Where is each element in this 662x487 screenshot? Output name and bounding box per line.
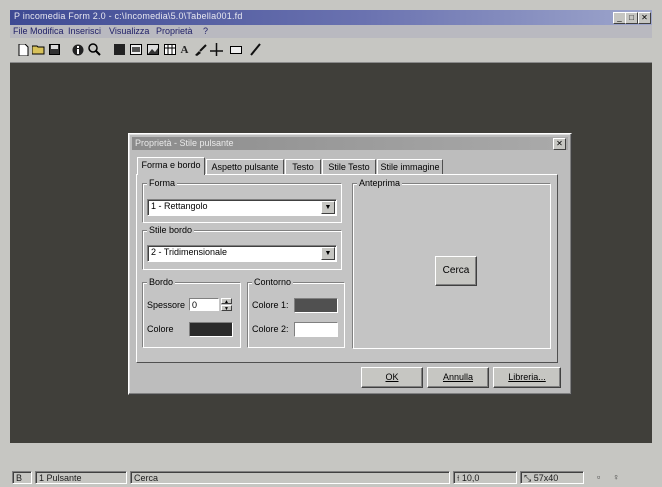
rectangle-icon[interactable] bbox=[229, 43, 242, 56]
chevron-down-icon[interactable]: ▼ bbox=[321, 247, 335, 260]
libreria-button[interactable]: Libreria... bbox=[493, 367, 561, 388]
stile-bordo-value: 2 - Tridimensionale bbox=[151, 247, 228, 257]
dialog-title: Proprietà - Stile pulsante bbox=[135, 138, 234, 148]
save-icon[interactable] bbox=[48, 43, 61, 56]
forma-select[interactable]: 1 - Rettangolo ▼ bbox=[147, 199, 337, 216]
status-size: ⤡ 57x40 bbox=[520, 471, 584, 484]
size-icon: ⤡ bbox=[524, 473, 532, 483]
tab-panel: Forma 1 - Rettangolo ▼ Stile bordo 2 - T… bbox=[136, 174, 558, 363]
contorno-label: Contorno bbox=[252, 277, 294, 287]
menu-bar: File Modifica Inserisci Visualizza Propr… bbox=[10, 25, 652, 38]
annulla-label: Annulla bbox=[442, 372, 474, 382]
tab-testo[interactable]: Testo bbox=[285, 159, 321, 175]
forma-label: Forma bbox=[147, 178, 178, 188]
maximize-button[interactable]: □ bbox=[625, 12, 638, 24]
menu-modifica[interactable]: Modifica bbox=[30, 26, 64, 36]
annulla-button[interactable]: Annulla bbox=[427, 367, 489, 388]
status-position-value: 10,0 bbox=[461, 473, 480, 483]
tab-stile-testo[interactable]: Stile Testo bbox=[322, 159, 376, 175]
plus-icon[interactable] bbox=[210, 43, 223, 56]
pen-icon[interactable] bbox=[248, 43, 261, 56]
app-title: P incomedia Form 2.0 - c:\Incomedia\5.0\… bbox=[14, 11, 243, 21]
tab-forma-e-bordo[interactable]: Forma e bordo bbox=[137, 157, 205, 175]
tab-aspetto-pulsante[interactable]: Aspetto pulsante bbox=[206, 159, 284, 175]
bordo-color-swatch[interactable] bbox=[189, 322, 233, 337]
chevron-down-icon[interactable]: ▼ bbox=[321, 201, 335, 214]
spessore-label: Spessore bbox=[147, 300, 186, 310]
spessore-input[interactable]: 0 bbox=[189, 298, 219, 311]
stile-bordo-group: Stile bordo 2 - Tridimensionale ▼ bbox=[142, 225, 342, 270]
frame-icon[interactable] bbox=[129, 43, 142, 56]
status-text: Cerca bbox=[130, 471, 450, 484]
spin-down-icon[interactable]: ▼ bbox=[221, 305, 232, 312]
image-icon[interactable] bbox=[146, 43, 159, 56]
bordo-colore-label: Colore bbox=[147, 324, 174, 334]
libreria-label: Libreria... bbox=[508, 372, 546, 382]
dialog-titlebar: Proprietà - Stile pulsante ✕ bbox=[132, 137, 568, 150]
menu-inserisci[interactable]: Inserisci bbox=[68, 26, 101, 36]
anteprima-label: Anteprima bbox=[357, 178, 403, 188]
shape-icon[interactable] bbox=[113, 43, 126, 56]
new-icon[interactable] bbox=[17, 43, 30, 56]
table-icon[interactable] bbox=[163, 43, 176, 56]
contorno-group: Contorno Colore 1: Colore 2: bbox=[247, 277, 345, 348]
app-titlebar: P incomedia Form 2.0 - c:\Incomedia\5.0\… bbox=[10, 10, 652, 25]
preview-icon[interactable] bbox=[88, 43, 101, 56]
stile-bordo-select[interactable]: 2 - Tridimensionale ▼ bbox=[147, 245, 337, 262]
key-icon: ♀ bbox=[612, 472, 620, 482]
bordo-label: Bordo bbox=[147, 277, 176, 287]
open-icon[interactable] bbox=[32, 43, 45, 56]
stile-bordo-label: Stile bordo bbox=[147, 225, 195, 235]
toolbar: A bbox=[10, 38, 652, 63]
close-button[interactable]: ✕ bbox=[638, 12, 651, 24]
info-icon[interactable] bbox=[71, 43, 84, 56]
anteprima-group: Anteprima Cerca bbox=[352, 178, 551, 349]
forma-value: 1 - Rettangolo bbox=[151, 201, 208, 211]
ok-button[interactable]: OK bbox=[361, 367, 423, 388]
menu-help[interactable]: ? bbox=[203, 26, 208, 36]
dialog-close-button[interactable]: ✕ bbox=[553, 138, 566, 150]
properties-dialog: Proprietà - Stile pulsante ✕ Forma e bor… bbox=[128, 133, 572, 395]
forma-group: Forma 1 - Rettangolo ▼ bbox=[142, 178, 342, 223]
status-size-value: 57x40 bbox=[533, 473, 559, 483]
status-mode: B bbox=[12, 471, 32, 484]
spessore-stepper[interactable]: ▲ ▼ bbox=[221, 298, 232, 312]
colore2-label: Colore 2: bbox=[252, 324, 289, 334]
bordo-group: Bordo Spessore 0 ▲ ▼ Colore bbox=[142, 277, 241, 348]
status-object: 1 Pulsante bbox=[35, 471, 127, 484]
brush-icon[interactable] bbox=[194, 43, 207, 56]
menu-visualizza[interactable]: Visualizza bbox=[109, 26, 149, 36]
text-icon[interactable]: A bbox=[178, 43, 191, 56]
status-position: ⟊ 10,0 bbox=[453, 471, 517, 484]
status-extra-icons: ▫ ♀ bbox=[594, 471, 648, 484]
colore2-swatch[interactable] bbox=[294, 322, 338, 337]
ok-label: OK bbox=[385, 372, 399, 382]
lock-icon: ▫ bbox=[597, 472, 601, 482]
position-icon: ⟊ bbox=[457, 473, 460, 483]
menu-file[interactable]: File bbox=[13, 26, 28, 36]
colore1-swatch[interactable] bbox=[294, 298, 338, 313]
menu-proprieta[interactable]: Proprietà bbox=[156, 26, 193, 36]
status-bar: B 1 Pulsante Cerca ⟊ 10,0 ⤡ 57x40 ▫ ♀ bbox=[10, 468, 652, 486]
screen: P incomedia Form 2.0 - c:\Incomedia\5.0\… bbox=[0, 0, 662, 487]
spin-up-icon[interactable]: ▲ bbox=[221, 298, 232, 305]
colore1-label: Colore 1: bbox=[252, 300, 289, 310]
tab-stile-immagine[interactable]: Stile immagine bbox=[377, 159, 443, 175]
preview-button[interactable]: Cerca bbox=[435, 256, 477, 286]
